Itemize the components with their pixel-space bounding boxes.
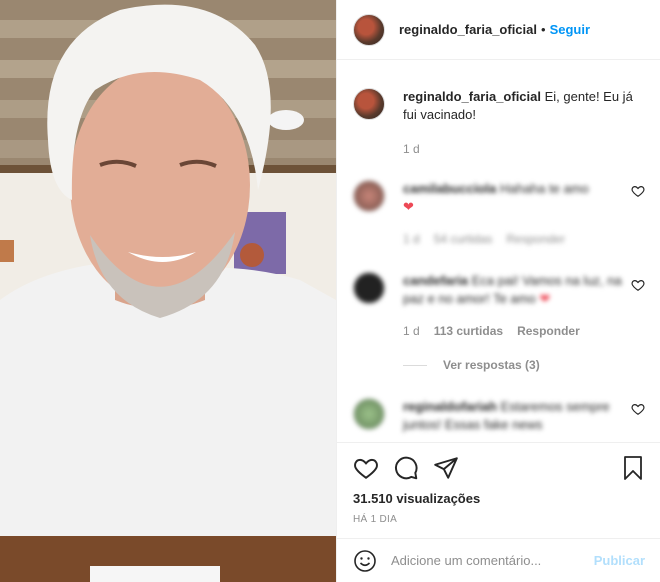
heart-icon[interactable] <box>353 455 379 481</box>
view-replies-button[interactable]: Ver respostas (3) <box>403 358 645 372</box>
red-heart-icon: ❤ <box>539 291 551 306</box>
view-replies-label: Ver respostas (3) <box>443 358 540 372</box>
post-header: reginaldo_faria_oficial • Seguir <box>337 0 660 60</box>
comment-username[interactable]: reginaldofariah <box>403 399 497 414</box>
post-actions: 31.510 visualizações HÁ 1 DIA <box>337 442 660 525</box>
comment-age[interactable]: 1 d <box>403 322 420 340</box>
comment-username[interactable]: candefaria <box>403 273 468 288</box>
avatar[interactable] <box>353 88 385 120</box>
publish-button[interactable]: Publicar <box>594 553 645 568</box>
reply-button[interactable]: Responder <box>506 230 565 248</box>
replies-divider <box>403 364 427 366</box>
comment-username[interactable]: camilabucciola <box>403 181 496 196</box>
red-heart-icon: ❤ <box>403 199 414 214</box>
like-comment-heart-icon[interactable] <box>631 184 645 198</box>
like-comment-heart-icon[interactable] <box>631 402 645 416</box>
comment-age[interactable]: 1 d <box>403 230 420 248</box>
share-icon[interactable] <box>433 455 459 481</box>
separator-dot: • <box>541 22 546 37</box>
author-username[interactable]: reginaldo_faria_oficial <box>399 22 537 37</box>
caption: reginaldo_faria_oficial Ei, gente! Eu já… <box>353 60 645 158</box>
list-item: candefaria Eca pai! Vamos na luz, na paz… <box>353 248 645 340</box>
comment-text: Hahaha te amo <box>499 181 589 196</box>
add-comment-bar: Publicar <box>337 538 660 582</box>
post-details-panel: reginaldo_faria_oficial • Seguir reginal… <box>336 0 660 582</box>
follow-button[interactable]: Seguir <box>550 22 590 37</box>
post-video[interactable] <box>0 0 336 582</box>
list-item: reginaldofariah Estaremos sempre juntos!… <box>353 372 645 434</box>
comment-icon[interactable] <box>393 455 419 481</box>
emoji-icon[interactable] <box>353 549 377 573</box>
avatar[interactable] <box>353 398 385 430</box>
list-item: camilabucciola Hahaha te amo ❤ 1 d 54 cu… <box>353 158 645 248</box>
like-comment-heart-icon[interactable] <box>631 278 645 292</box>
comment-input[interactable] <box>391 553 594 568</box>
view-count[interactable]: 31.510 visualizações <box>353 491 645 506</box>
bookmark-icon[interactable] <box>621 455 645 481</box>
video-frame-image <box>0 0 336 582</box>
comments-list[interactable]: reginaldo_faria_oficial Ei, gente! Eu já… <box>337 60 660 442</box>
post-timestamp[interactable]: HÁ 1 DIA <box>353 514 645 525</box>
avatar[interactable] <box>353 272 385 304</box>
comment-likes[interactable]: 113 curtidas <box>434 322 503 340</box>
caption-username[interactable]: reginaldo_faria_oficial <box>403 89 541 104</box>
reply-button[interactable]: Responder <box>517 322 580 340</box>
comment-likes[interactable]: 54 curtidas <box>434 230 493 248</box>
avatar[interactable] <box>353 180 385 212</box>
caption-age[interactable]: 1 d <box>403 140 420 158</box>
avatar[interactable] <box>353 13 385 46</box>
